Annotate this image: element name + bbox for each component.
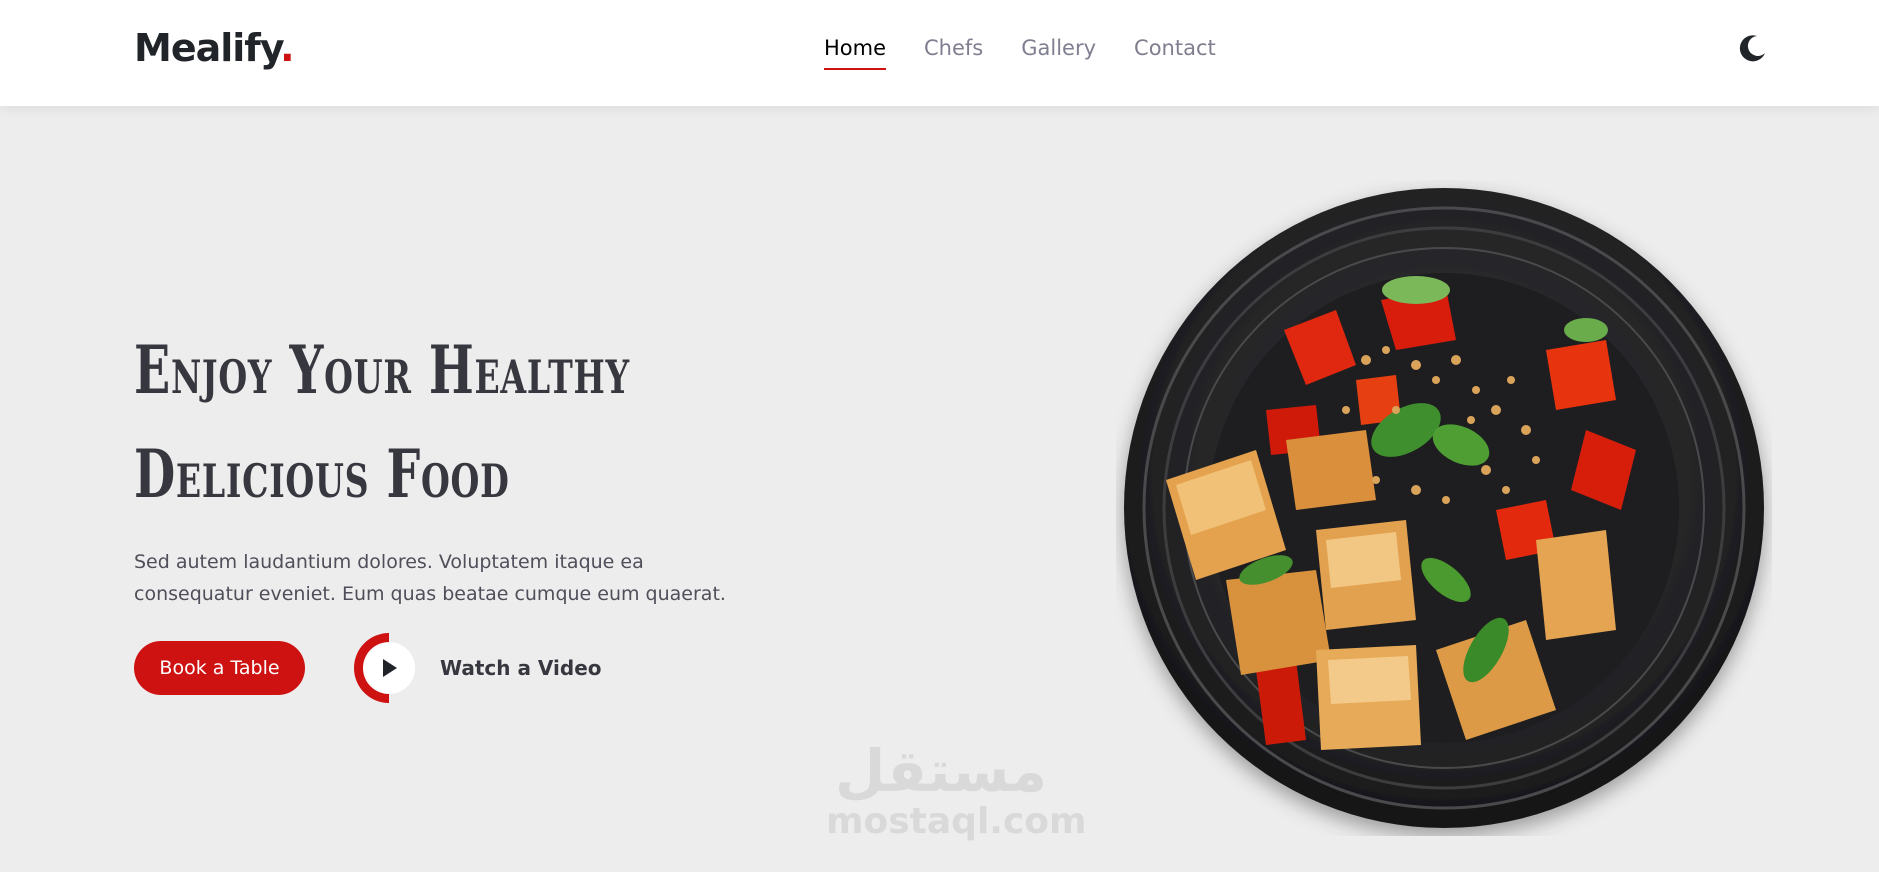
play-icon	[363, 642, 415, 694]
hero-title-line2: Delicious Food	[134, 435, 510, 513]
nav-item-chefs[interactable]: Chefs	[924, 36, 983, 70]
hero-title: Enjoy Your Healthy Delicious Food	[134, 318, 630, 526]
main-nav: Home Chefs Gallery Contact	[824, 36, 1216, 70]
hero-description: Sed autem laudantium dolores. Voluptatem…	[134, 551, 726, 605]
logo-text: Mealify	[134, 26, 281, 70]
watch-video-button[interactable]: Watch a Video	[354, 633, 602, 703]
book-table-button[interactable]: Book a Table	[134, 641, 305, 695]
nav-item-gallery[interactable]: Gallery	[1021, 36, 1096, 70]
logo[interactable]: Mealify.	[134, 26, 295, 70]
moon-icon[interactable]	[1738, 33, 1768, 63]
food-plate-image	[1116, 180, 1772, 836]
nav-item-home[interactable]: Home	[824, 36, 887, 70]
watch-video-label: Watch a Video	[440, 656, 602, 680]
watermark: مستقل mostaql.com	[826, 737, 1087, 842]
nav-item-contact[interactable]: Contact	[1134, 36, 1216, 70]
play-button[interactable]	[354, 633, 424, 703]
watermark-latin: mostaql.com	[826, 801, 1087, 842]
logo-dot: .	[280, 26, 294, 70]
watermark-arabic: مستقل	[834, 737, 1048, 805]
site-header: Mealify. Home Chefs Gallery Contact	[0, 0, 1879, 106]
hero-title-line1: Enjoy Your Healthy	[134, 331, 630, 409]
